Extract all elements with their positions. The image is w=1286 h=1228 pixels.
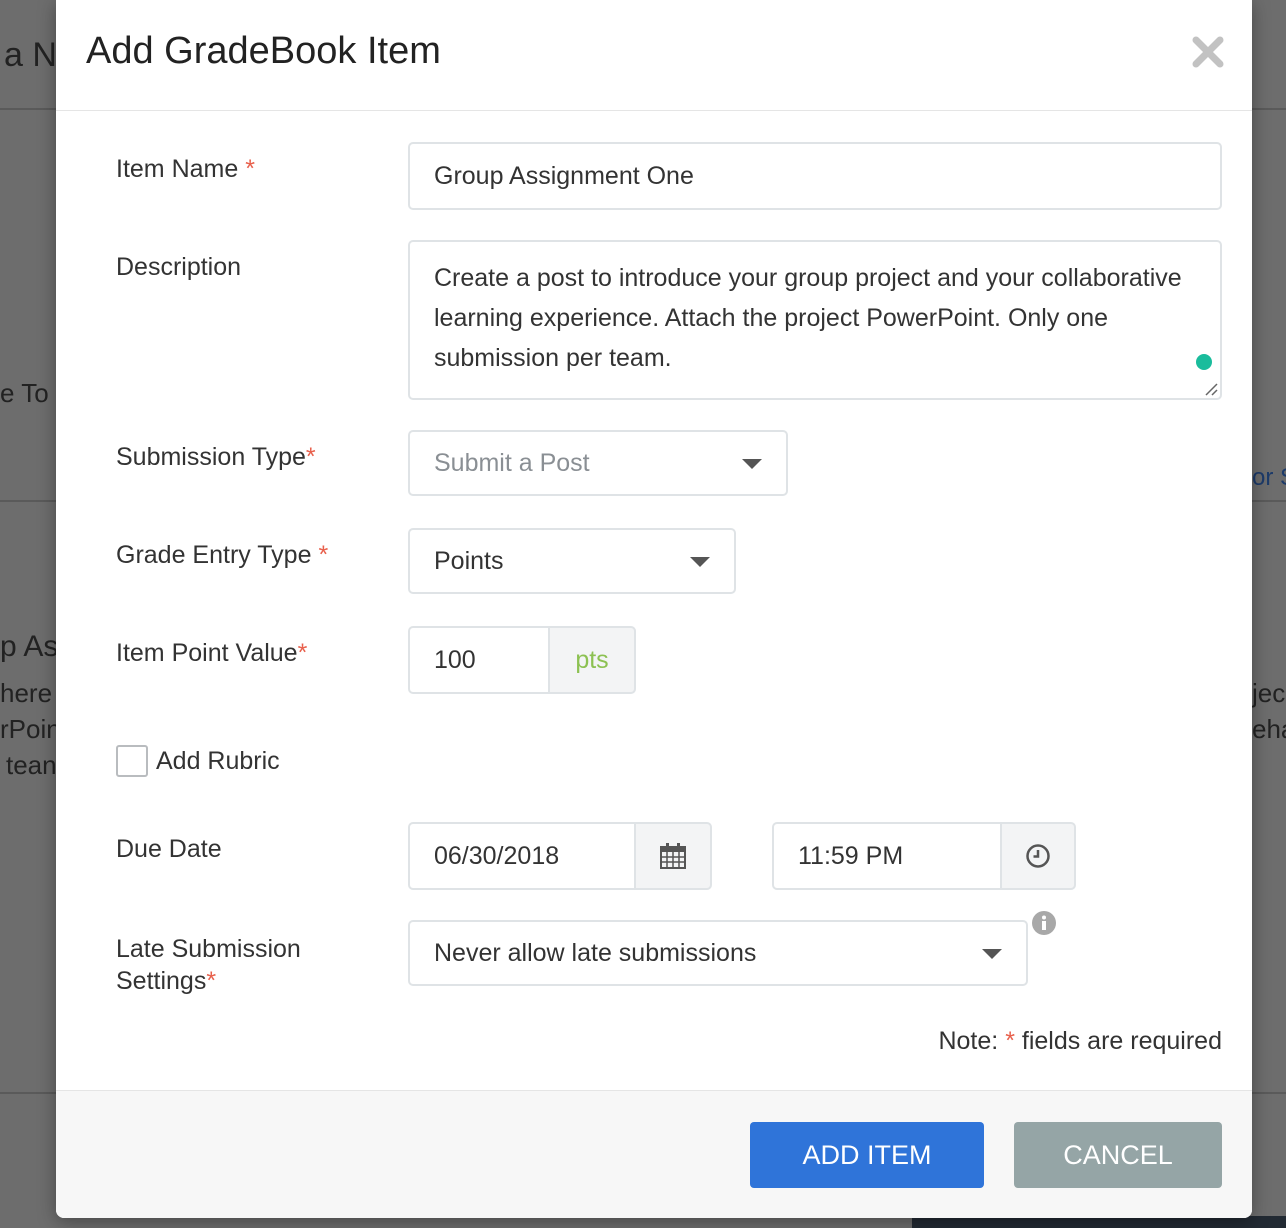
chevron-down-icon — [742, 459, 762, 469]
info-icon[interactable] — [1031, 910, 1057, 936]
add-rubric-label[interactable]: Add Rubric — [156, 747, 280, 776]
description-textarea[interactable]: Create a post to introduce your group pr… — [408, 240, 1222, 400]
calendar-icon — [660, 843, 686, 869]
item-point-value-label: Item Point Value* — [116, 639, 308, 667]
time-picker-button[interactable] — [1000, 822, 1076, 890]
background-text: a N — [4, 36, 57, 74]
required-mark: * — [297, 639, 308, 667]
required-mark: * — [1005, 1027, 1015, 1055]
chevron-down-icon — [690, 557, 710, 567]
points-unit-addon: pts — [548, 626, 636, 694]
resize-handle-icon[interactable] — [1202, 380, 1218, 396]
required-mark: * — [318, 541, 329, 569]
late-submission-label: Late Submission Settings* — [116, 935, 301, 995]
required-mark: * — [206, 967, 217, 995]
chevron-down-icon — [982, 949, 1002, 959]
background-text: p As — [0, 630, 59, 663]
background-text: rPoin — [0, 714, 61, 744]
item-name-input[interactable]: Group Assignment One — [408, 142, 1222, 210]
background-text: e To — [0, 378, 49, 408]
description-label: Description — [116, 253, 242, 281]
add-gradebook-item-modal: Add GradeBook Item Item Name * Group Ass… — [56, 0, 1252, 1218]
close-button[interactable] — [1190, 34, 1226, 70]
close-icon — [1192, 36, 1224, 68]
background-text: or S — [1252, 464, 1286, 491]
due-date-input[interactable]: 06/30/2018 — [408, 822, 636, 890]
required-note: Note: * fields are required — [938, 1027, 1222, 1055]
submission-type-label: Submission Type* — [116, 443, 316, 471]
modal-footer: ADD ITEM CANCEL — [56, 1090, 1252, 1218]
due-time-input[interactable]: 11:59 PM — [772, 822, 1002, 890]
add-rubric-checkbox[interactable] — [116, 745, 148, 777]
modal-header: Add GradeBook Item — [56, 0, 1252, 111]
grade-entry-type-select[interactable]: Points — [408, 528, 736, 594]
late-submission-select[interactable]: Never allow late submissions — [408, 920, 1028, 986]
description-text: Create a post to introduce your group pr… — [434, 264, 1182, 372]
item-name-label: Item Name * — [116, 155, 255, 183]
required-mark: * — [305, 443, 316, 471]
add-item-button[interactable]: ADD ITEM — [750, 1122, 984, 1188]
grade-entry-type-label: Grade Entry Type * — [116, 541, 329, 569]
submission-type-select[interactable]: Submit a Post — [408, 430, 788, 496]
background-text: eha — [1252, 714, 1286, 744]
cancel-button[interactable]: CANCEL — [1014, 1122, 1222, 1188]
required-mark: * — [245, 155, 255, 183]
status-dot — [1196, 354, 1212, 370]
modal-title: Add GradeBook Item — [86, 30, 441, 72]
item-point-value-input[interactable]: 100 — [408, 626, 550, 694]
background-text: jec — [1252, 678, 1286, 708]
clock-icon — [1026, 844, 1050, 868]
date-picker-button[interactable] — [634, 822, 712, 890]
background-text: tean — [6, 750, 57, 780]
modal-body: Item Name * Group Assignment One Descrip… — [56, 111, 1252, 1090]
due-date-label: Due Date — [116, 835, 222, 863]
